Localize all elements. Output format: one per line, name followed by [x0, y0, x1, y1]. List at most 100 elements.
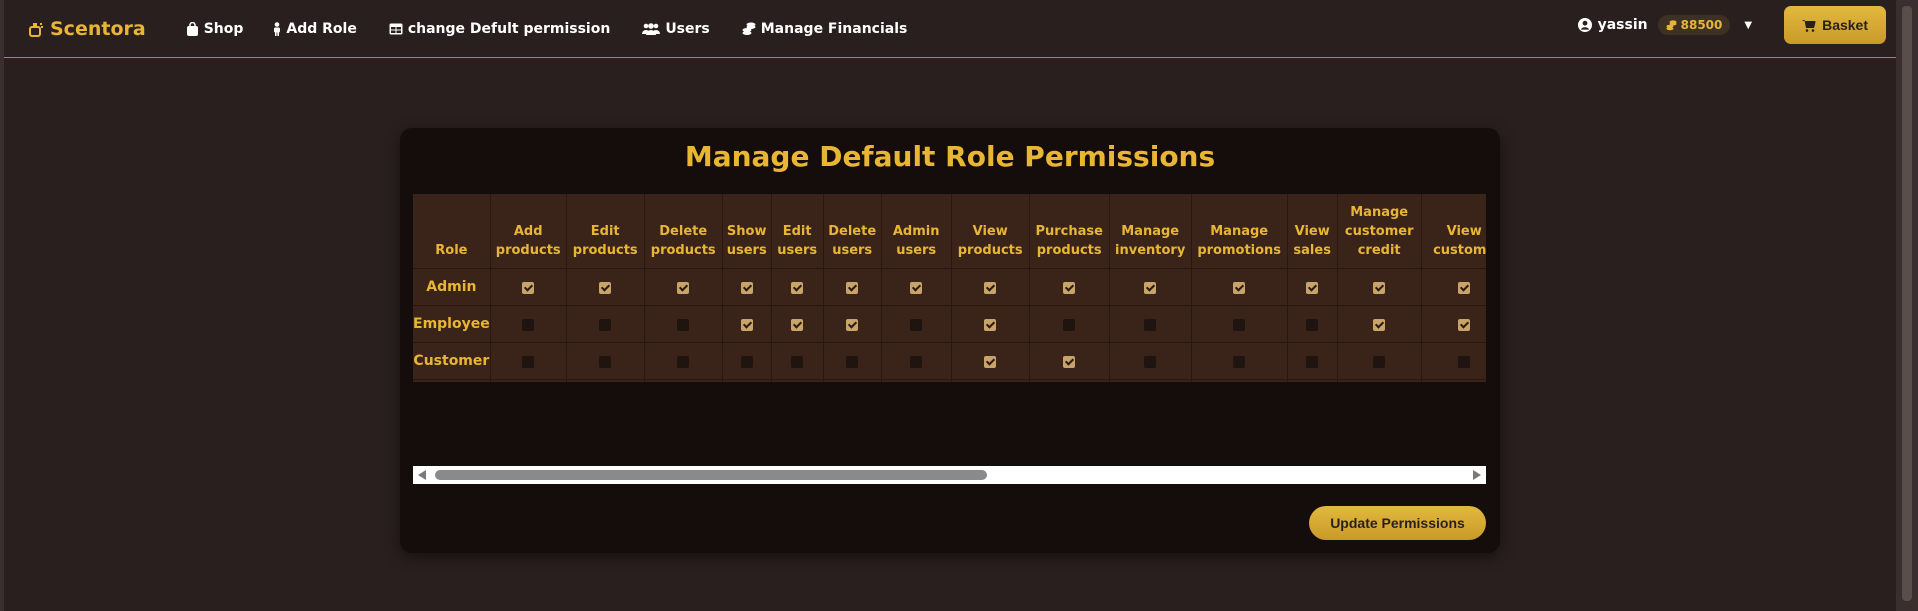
permission-checkbox-checked[interactable] — [1063, 281, 1076, 294]
permission-checkbox-unchecked[interactable] — [1306, 355, 1319, 368]
nav-link-label: Shop — [203, 20, 244, 37]
table-header-row: Role Add products Edit products Delete produc… — [413, 194, 1486, 268]
permission-cell — [722, 304, 772, 342]
permission-cell — [1421, 304, 1486, 342]
permission-checkbox-unchecked[interactable] — [740, 355, 753, 368]
coins-icon — [1666, 19, 1677, 30]
nav-link-add-role[interactable]: Add Role — [273, 20, 357, 37]
permission-cell — [722, 267, 772, 305]
column-header-label: products — [650, 242, 716, 258]
permission-checkbox-checked[interactable] — [740, 281, 753, 294]
basket-label: Basket — [1822, 17, 1868, 33]
column-header-label: products — [495, 242, 561, 258]
nav-link-label: Manage Financials — [760, 20, 908, 37]
scroll-right-icon[interactable] — [1473, 470, 1481, 480]
permission-checkbox-unchecked[interactable] — [1458, 355, 1471, 368]
update-permissions-button[interactable]: Update Permissions — [1309, 506, 1486, 540]
column-header-label: Manage — [1210, 223, 1269, 239]
permission-cell — [881, 304, 952, 342]
permission-cell — [566, 341, 645, 379]
permission-cell — [1191, 341, 1288, 379]
permission-cell — [1191, 378, 1288, 382]
page-scrollbar[interactable] — [1896, 0, 1918, 611]
permission-checkbox-unchecked[interactable] — [1373, 355, 1386, 368]
permission-column-header: Admin users — [881, 194, 952, 268]
permission-cell — [1287, 341, 1338, 379]
permission-checkbox-checked[interactable] — [984, 318, 997, 331]
permission-checkbox-checked[interactable] — [1144, 281, 1157, 294]
permission-checkbox-checked[interactable] — [1063, 355, 1076, 368]
users-icon — [642, 22, 661, 35]
column-header-label: Edit — [590, 223, 620, 239]
column-header-label: products — [1036, 242, 1102, 258]
permission-checkbox-checked[interactable] — [740, 318, 753, 331]
permission-checkbox-checked[interactable] — [1306, 281, 1319, 294]
permission-cell — [951, 341, 1030, 379]
scrollbar-thumb[interactable] — [435, 470, 987, 480]
permission-checkbox-checked[interactable] — [1233, 281, 1246, 294]
permission-checkbox-checked[interactable] — [1458, 281, 1471, 294]
nav-link-default-permission[interactable]: change Defult permission — [389, 21, 610, 37]
permission-checkbox-unchecked[interactable] — [1233, 318, 1246, 331]
permission-checkbox-checked[interactable] — [1373, 281, 1386, 294]
permission-checkbox-unchecked[interactable] — [1144, 318, 1157, 331]
permission-column-header: Purchase products — [1029, 194, 1110, 268]
brand[interactable]: Scentora — [28, 18, 146, 40]
permission-checkbox-unchecked[interactable] — [1233, 355, 1246, 368]
balance-badge: 88500 — [1657, 15, 1731, 35]
table-horizontal-scrollbar[interactable] — [413, 466, 1486, 484]
basket-button[interactable]: Basket — [1784, 6, 1886, 44]
permission-checkbox-checked[interactable] — [791, 318, 804, 331]
permission-cell — [771, 267, 824, 305]
permission-checkbox-checked[interactable] — [984, 281, 997, 294]
nav-link-users[interactable]: Users — [642, 20, 710, 37]
permission-checkbox-unchecked[interactable] — [910, 355, 923, 368]
permission-checkbox-unchecked[interactable] — [599, 355, 612, 368]
permission-checkbox-unchecked[interactable] — [599, 318, 612, 331]
permission-cell — [1191, 267, 1288, 305]
permission-checkbox-unchecked[interactable] — [910, 318, 923, 331]
table-icon — [389, 23, 403, 34]
permission-checkbox-unchecked[interactable] — [1144, 355, 1157, 368]
permission-column-header: Delete users — [823, 194, 882, 268]
table-row: Manager — [413, 378, 1486, 382]
user-menu[interactable]: yassin 88500 ▼ — [1577, 15, 1774, 35]
permission-checkbox-checked[interactable] — [677, 281, 690, 294]
permission-checkbox-checked[interactable] — [910, 281, 923, 294]
permission-cell — [1421, 341, 1486, 379]
permission-checkbox-unchecked[interactable] — [1063, 318, 1076, 331]
permission-checkbox-unchecked[interactable] — [677, 355, 690, 368]
column-header-label: credit — [1357, 242, 1401, 258]
permission-checkbox-checked[interactable] — [846, 281, 859, 294]
permission-checkbox-checked[interactable] — [522, 281, 535, 294]
nav-link-shop[interactable]: Shop — [186, 20, 244, 37]
permission-cell — [823, 378, 882, 382]
nav-link-manage-financials[interactable]: Manage Financials — [742, 20, 908, 37]
permission-checkbox-checked[interactable] — [599, 281, 612, 294]
nav-link-label: Users — [665, 20, 710, 37]
permission-checkbox-unchecked[interactable] — [522, 318, 535, 331]
chevron-down-icon[interactable]: ▼ — [1744, 20, 1752, 31]
permission-checkbox-checked[interactable] — [846, 318, 859, 331]
column-header-label: users — [726, 242, 767, 258]
permission-checkbox-unchecked[interactable] — [846, 355, 859, 368]
coins-icon — [742, 22, 756, 35]
permission-checkbox-unchecked[interactable] — [1306, 318, 1319, 331]
scroll-left-icon[interactable] — [418, 470, 426, 480]
column-header-label: customer — [1344, 223, 1414, 239]
permissions-card: Manage Default Role Permissions Role Add… — [400, 128, 1500, 553]
permission-checkbox-checked[interactable] — [1373, 318, 1386, 331]
column-header-label: Admin — [892, 223, 940, 239]
page-scrollbar-thumb[interactable] — [1902, 6, 1912, 601]
permission-checkbox-unchecked[interactable] — [522, 355, 535, 368]
permission-checkbox-unchecked[interactable] — [677, 318, 690, 331]
permission-checkbox-checked[interactable] — [984, 355, 997, 368]
permission-cell — [1029, 267, 1110, 305]
column-header-label: View — [1294, 223, 1330, 239]
permission-cell — [722, 378, 772, 382]
nav-link-label: Add Role — [286, 20, 357, 37]
permission-checkbox-unchecked[interactable] — [791, 355, 804, 368]
permission-cell — [1337, 304, 1422, 342]
permission-checkbox-checked[interactable] — [1458, 318, 1471, 331]
permission-checkbox-checked[interactable] — [791, 281, 804, 294]
